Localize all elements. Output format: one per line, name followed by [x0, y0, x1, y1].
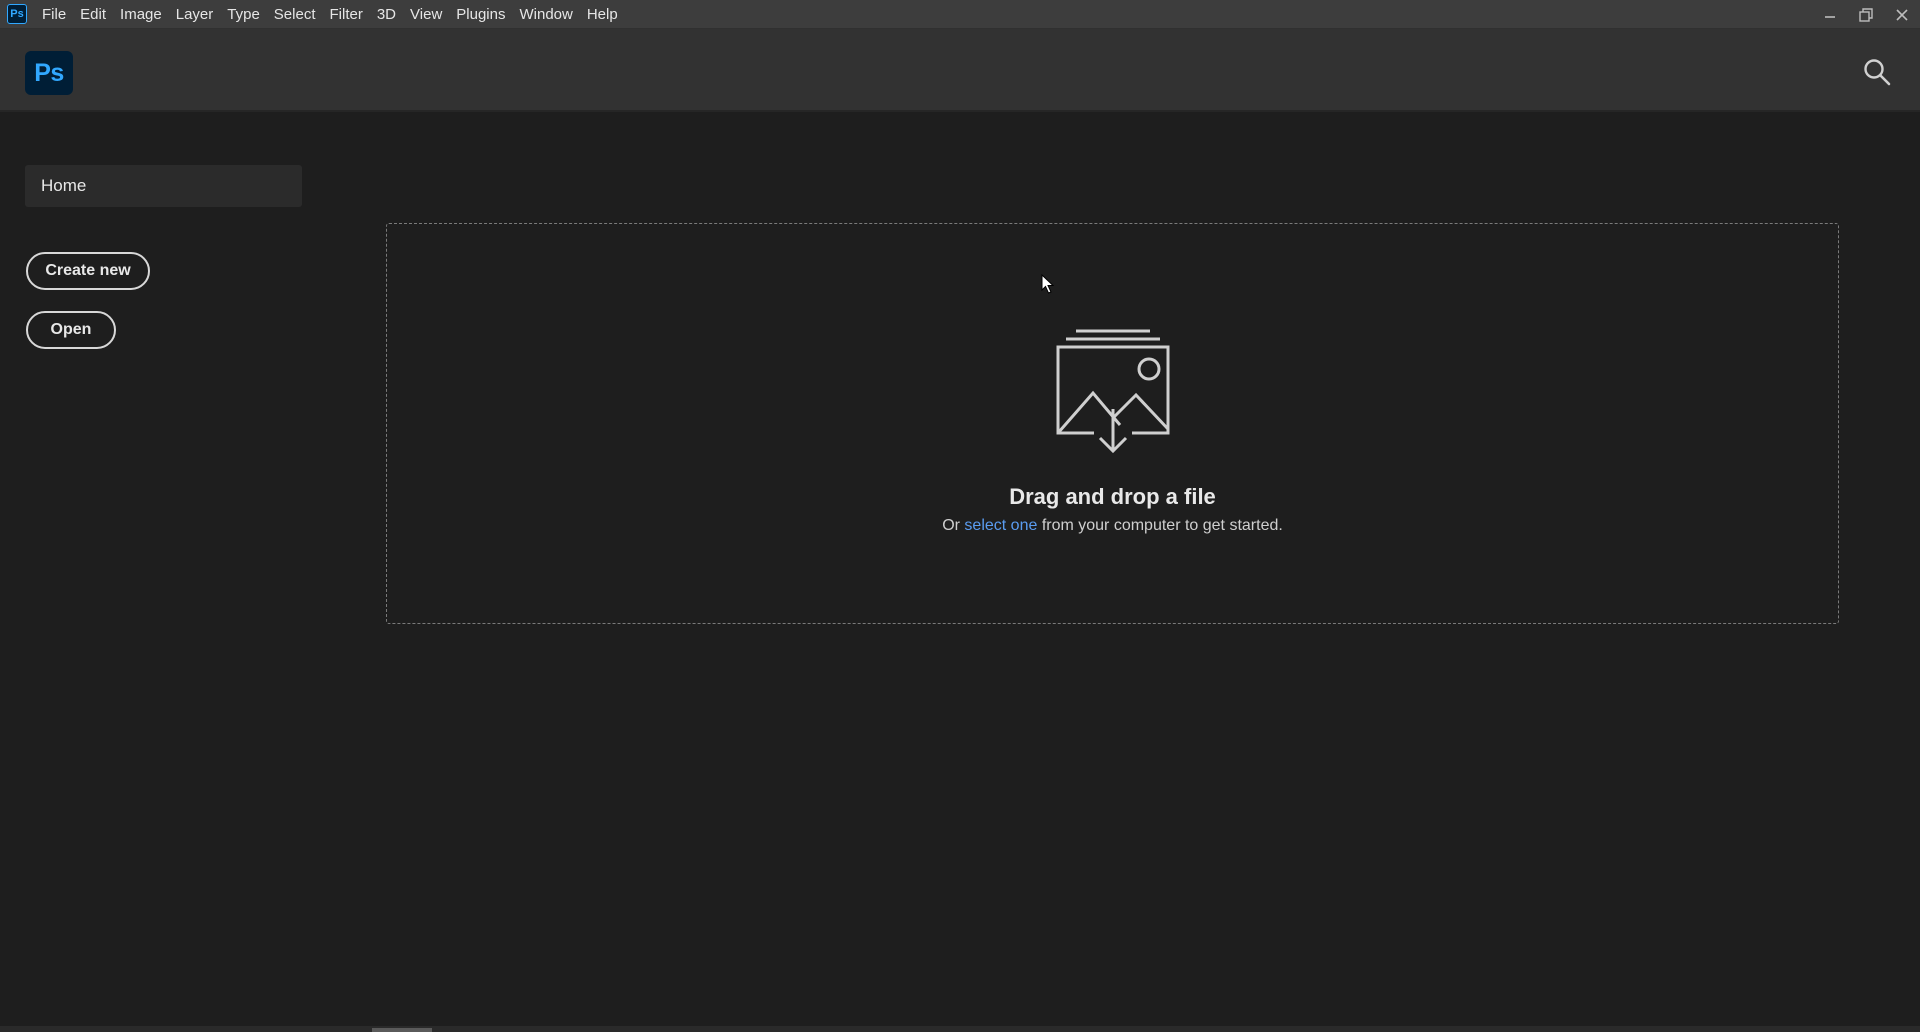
photoshop-app-icon: Ps	[7, 4, 27, 24]
sidebar-item-home[interactable]: Home	[25, 165, 302, 207]
menu-plugins[interactable]: Plugins	[449, 0, 512, 29]
minimize-icon[interactable]	[1812, 0, 1848, 29]
photoshop-logo: Ps	[25, 51, 73, 95]
app-header: Ps	[0, 29, 1920, 112]
create-new-button[interactable]: Create new	[26, 252, 150, 290]
image-download-icon	[1048, 325, 1178, 455]
menu-edit[interactable]: Edit	[73, 0, 113, 29]
menu-select[interactable]: Select	[267, 0, 323, 29]
window-controls	[1812, 0, 1920, 29]
sidebar-item-home-label: Home	[41, 176, 87, 195]
search-icon[interactable]	[1860, 55, 1894, 89]
menu-bar: Ps File Edit Image Layer Type Select Fil…	[0, 0, 1920, 29]
drop-zone-title: Drag and drop a file	[1009, 484, 1216, 509]
menu-type[interactable]: Type	[220, 0, 267, 29]
menu-filter[interactable]: Filter	[323, 0, 370, 29]
scroll-indicator[interactable]	[372, 1028, 432, 1032]
file-drop-zone[interactable]: Drag and drop a file Or select one from …	[386, 223, 1839, 624]
subtitle-prefix: Or	[942, 517, 960, 534]
select-file-link[interactable]: select one	[964, 517, 1037, 534]
menu-layer[interactable]: Layer	[169, 0, 221, 29]
bottom-strip	[0, 1026, 1920, 1032]
menu-3d[interactable]: 3D	[370, 0, 403, 29]
subtitle-suffix: from your computer to get started.	[1041, 517, 1283, 534]
menu-file[interactable]: File	[35, 0, 73, 29]
open-button[interactable]: Open	[26, 311, 116, 349]
menu-help[interactable]: Help	[580, 0, 625, 29]
drop-zone-subtitle: Or select one from your computer to get …	[387, 517, 1838, 535]
restore-icon[interactable]	[1848, 0, 1884, 29]
mouse-cursor-icon	[1041, 273, 1055, 294]
menu-view[interactable]: View	[403, 0, 449, 29]
menu-image[interactable]: Image	[113, 0, 169, 29]
menu-window[interactable]: Window	[512, 0, 579, 29]
close-icon[interactable]	[1884, 0, 1920, 29]
